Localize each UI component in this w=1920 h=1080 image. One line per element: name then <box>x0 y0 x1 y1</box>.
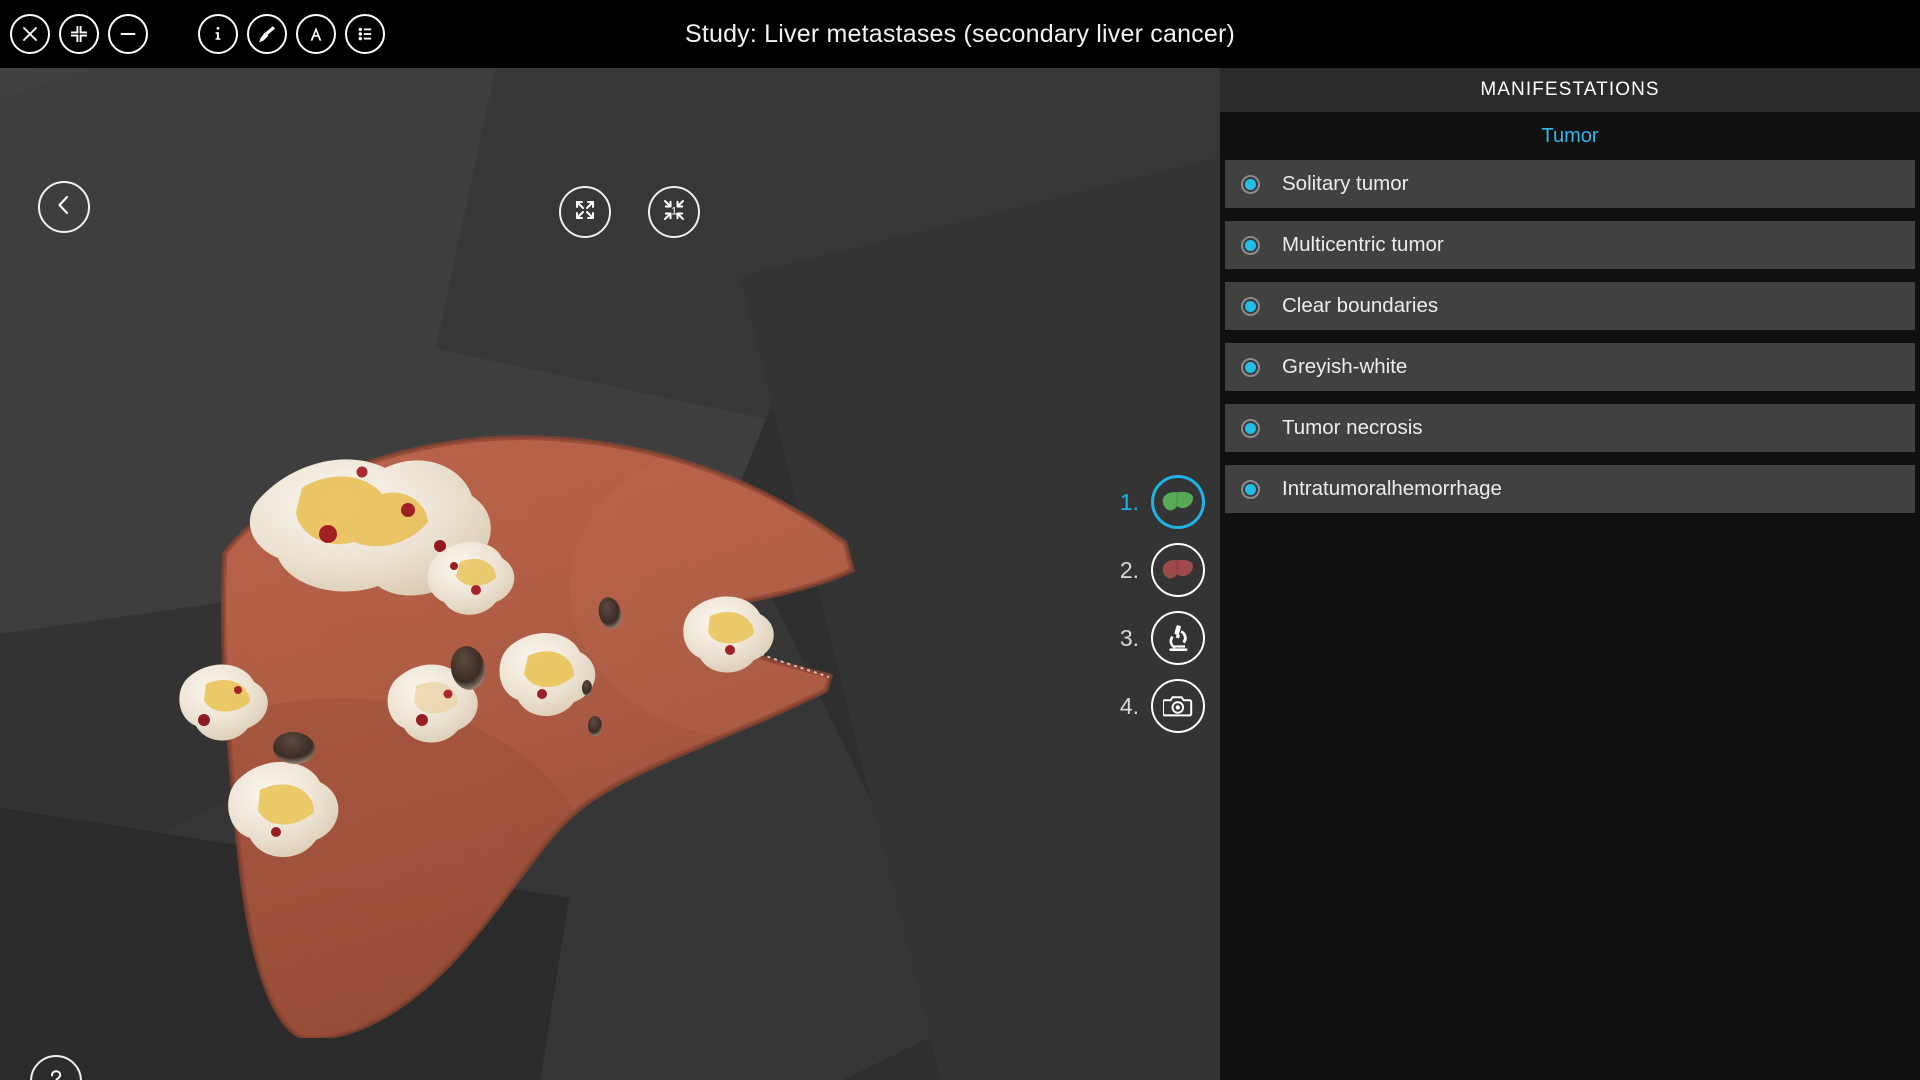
manifestation-label: Intratumoralhemorrhage <box>1282 477 1502 500</box>
manifestation-list: Solitary tumor Multicentric tumor Clear … <box>1220 160 1920 513</box>
fullscreen-button[interactable] <box>59 14 99 54</box>
close-button[interactable] <box>10 14 50 54</box>
radio-icon[interactable] <box>1241 235 1260 255</box>
list-button[interactable] <box>345 14 385 54</box>
manifestation-item-greyish-white[interactable]: Greyish-white <box>1225 343 1915 391</box>
manifestation-item-clear-boundaries[interactable]: Clear boundaries <box>1225 282 1915 330</box>
stage-selector: 1. 2. 3. 4. <box>1075 468 1205 740</box>
manifestation-item-multicentric-tumor[interactable]: Multicentric tumor <box>1225 221 1915 269</box>
stage-item-3[interactable]: 3. <box>1075 604 1205 672</box>
expand-arrows-icon <box>571 196 599 229</box>
radio-icon[interactable] <box>1241 479 1260 499</box>
liver-green-icon <box>1151 475 1205 529</box>
microscope-icon <box>1151 611 1205 665</box>
manifestation-item-tumor-necrosis[interactable]: Tumor necrosis <box>1225 404 1915 452</box>
camera-icon <box>1151 679 1205 733</box>
manifestation-label: Multicentric tumor <box>1282 233 1444 256</box>
fit-view-button[interactable] <box>559 186 611 238</box>
text-icon <box>306 24 326 44</box>
manifestation-label: Greyish-white <box>1282 355 1408 378</box>
stage-number: 3. <box>1119 624 1139 651</box>
minimize-button[interactable] <box>108 14 148 54</box>
info-button[interactable] <box>198 14 238 54</box>
radio-icon[interactable] <box>1241 418 1260 438</box>
radio-icon[interactable] <box>1241 174 1260 194</box>
reset-view-button[interactable]: 1 <box>648 186 700 238</box>
manifestation-label: Tumor necrosis <box>1282 416 1423 439</box>
back-button[interactable] <box>38 181 90 233</box>
manifestation-item-solitary-tumor[interactable]: Solitary tumor <box>1225 160 1915 208</box>
stage-number: 2. <box>1119 556 1139 583</box>
fullscreen-icon <box>69 24 89 44</box>
text-annotation-button[interactable] <box>296 14 336 54</box>
radio-icon[interactable] <box>1241 357 1260 377</box>
vessel-opening <box>588 716 602 736</box>
chevron-left-icon <box>52 193 76 222</box>
stage-item-2[interactable]: 2. <box>1075 536 1205 604</box>
liver-red-icon <box>1151 543 1205 597</box>
panel-subtitle: Tumor <box>1220 112 1920 160</box>
window-controls-group <box>10 14 148 54</box>
vessel-opening <box>582 680 592 696</box>
model-viewport[interactable]: 1 1. 2. 3. 4. <box>0 68 1220 1080</box>
info-icon <box>208 24 228 44</box>
question-mark-icon <box>43 1066 69 1080</box>
reset-badge-label: 1 <box>671 205 677 217</box>
manifestation-label: Solitary tumor <box>1282 172 1409 195</box>
list-icon <box>355 24 375 44</box>
radio-icon[interactable] <box>1241 296 1260 316</box>
manifestations-panel: MANIFESTATIONS Tumor Solitary tumor Mult… <box>1220 68 1920 1080</box>
minimize-icon <box>118 24 138 44</box>
stage-number: 4. <box>1119 692 1139 719</box>
stage-number: 1. <box>1119 488 1139 515</box>
close-icon <box>20 24 40 44</box>
top-toolbar: Study: Liver metastases (secondary liver… <box>0 0 1920 68</box>
manifestation-label: Clear boundaries <box>1282 294 1439 317</box>
collapse-arrows-icon: 1 <box>659 195 689 230</box>
stage-item-4[interactable]: 4. <box>1075 672 1205 740</box>
panel-title: MANIFESTATIONS <box>1220 68 1920 112</box>
brush-icon <box>256 23 278 45</box>
stage-item-1[interactable]: 1. <box>1075 468 1205 536</box>
tools-group <box>198 14 385 54</box>
manifestation-item-intratumoral-hemorrhage[interactable]: Intratumoralhemorrhage <box>1225 465 1915 513</box>
liver-3d-model[interactable] <box>110 338 890 1038</box>
brush-button[interactable] <box>247 14 287 54</box>
